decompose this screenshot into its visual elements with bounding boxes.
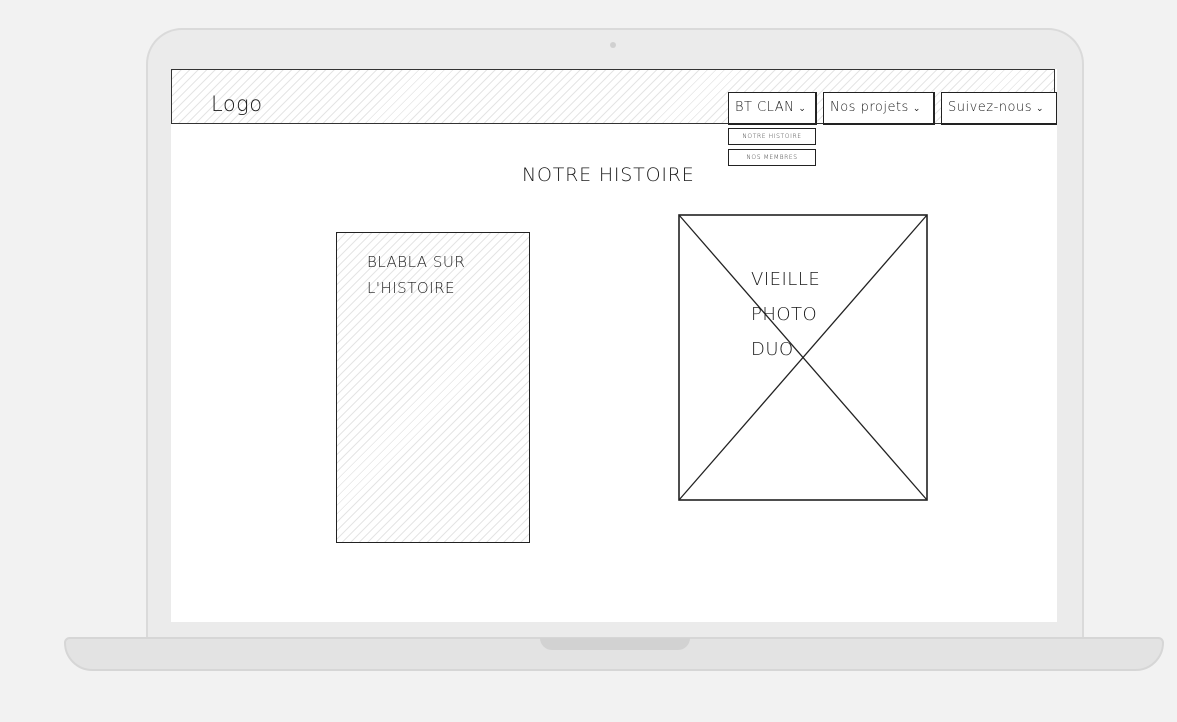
image-label-line: VIEILLE bbox=[751, 269, 821, 290]
text-block: BLABLA SUR L'HISTOIRE bbox=[336, 232, 530, 543]
image-label-line: DUO bbox=[751, 339, 794, 360]
image-label-line: PHOTO bbox=[751, 304, 818, 325]
chevron-down-icon: ⌄ bbox=[912, 104, 921, 114]
text-block-content: BLABLA SUR L'HISTOIRE bbox=[367, 253, 466, 297]
nav-button-label: Nos projets bbox=[830, 100, 909, 115]
logo[interactable]: Logo bbox=[211, 92, 263, 116]
nav-button-nos-projets[interactable]: Nos projets ⌄ bbox=[823, 92, 935, 125]
nav-button-label: Suivez-nous bbox=[948, 100, 1033, 115]
nav-button-label: BT CLAN bbox=[735, 100, 795, 115]
image-placeholder-label: VIEILLE PHOTO DUO bbox=[751, 262, 851, 367]
nav-button-suivez-nous[interactable]: Suivez-nous ⌄ bbox=[941, 92, 1057, 125]
page-title: NOTRE HISTOIRE bbox=[522, 164, 695, 186]
camera-icon bbox=[610, 42, 616, 48]
chevron-down-icon: ⌄ bbox=[798, 104, 807, 114]
chevron-down-icon: ⌄ bbox=[1036, 104, 1045, 114]
screen: Logo BT CLAN ⌄ Nos projets ⌄ Suivez-nous ⌄ … bbox=[171, 69, 1057, 622]
nav-button-bt-clan[interactable]: BT CLAN ⌄ bbox=[728, 92, 817, 125]
laptop-notch bbox=[540, 638, 690, 650]
dropdown-item-nos-membres[interactable]: NOS MEMBRES bbox=[728, 149, 816, 166]
dropdown-item-notre-histoire[interactable]: NOTRE HISTOIRE bbox=[728, 128, 816, 145]
